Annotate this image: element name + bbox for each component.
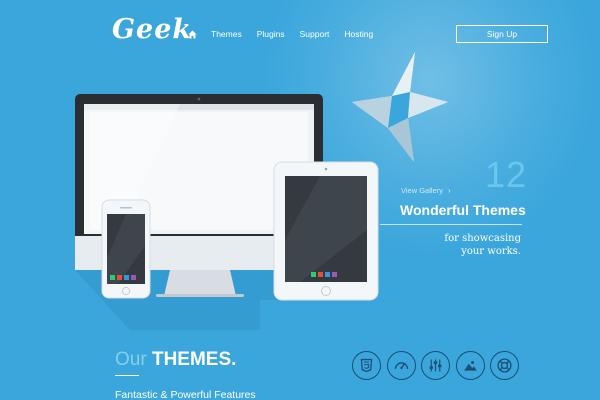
section-title-our: Our [115, 349, 147, 370]
view-gallery-link[interactable]: View Gallery › [401, 186, 451, 195]
section-tagline: Fantastic & Powerful Features [115, 389, 256, 400]
image-icon[interactable] [455, 351, 485, 380]
chevron-right-icon: › [447, 186, 451, 195]
section-title-themes: THEMES. [151, 349, 237, 370]
html5-icon[interactable] [352, 351, 381, 380]
view-gallery-label: View Gallery [401, 186, 443, 195]
themes-count: 12 [485, 154, 528, 195]
phone-graphic [101, 199, 151, 299]
hero-divider [380, 224, 522, 225]
lifebuoy-icon[interactable] [490, 351, 519, 380]
feature-icons [352, 351, 525, 380]
hero-headline: Wonderful Themes [400, 202, 526, 218]
sliders-icon[interactable] [421, 351, 450, 380]
hero-subline-1: for showcasing [444, 233, 521, 244]
devices-illustration [75, 94, 379, 330]
tablet-graphic [273, 161, 379, 301]
hero-subline-2: your works. [461, 246, 521, 257]
section-title: Our THEMES. [115, 349, 236, 371]
section-underline [115, 375, 139, 376]
speedometer-icon[interactable] [386, 351, 416, 380]
